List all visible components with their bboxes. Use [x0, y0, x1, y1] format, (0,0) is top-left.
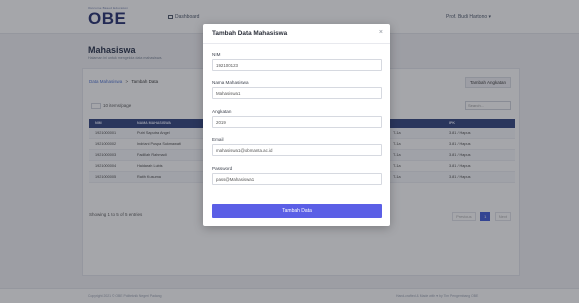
nama-label: Nama Mahasiswa [212, 80, 249, 85]
modal-header: Tambah Data Mahasiswa × [203, 24, 390, 44]
angkatan-field[interactable] [212, 116, 382, 128]
add-student-modal: Tambah Data Mahasiswa × NIM Nama Mahasis… [203, 24, 390, 226]
email-label: Email [212, 137, 224, 142]
password-field[interactable] [212, 173, 382, 185]
close-icon[interactable]: × [379, 29, 383, 37]
angkatan-label: Angkatan [212, 109, 232, 114]
modal-title: Tambah Data Mahasiswa [212, 30, 288, 37]
email-field[interactable] [212, 144, 382, 156]
nim-label: NIM [212, 52, 221, 57]
nama-mahasiswa-field[interactable] [212, 87, 382, 99]
password-label: Password [212, 166, 233, 171]
nim-field[interactable] [212, 59, 382, 71]
tambah-data-button[interactable]: Tambah Data [212, 204, 382, 218]
